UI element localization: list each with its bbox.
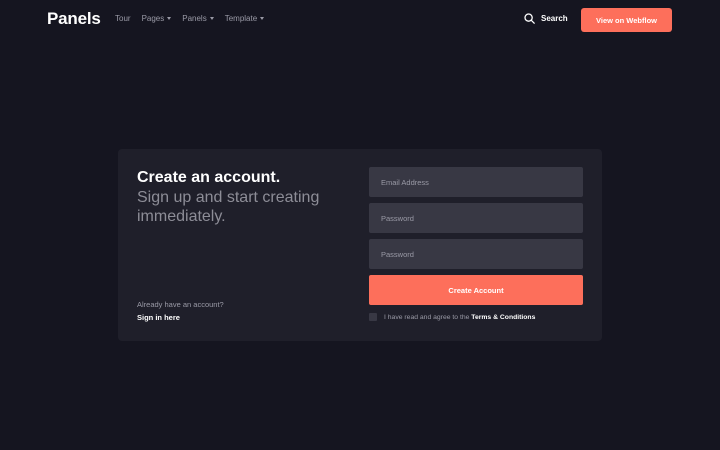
- nav-link-label: Tour: [115, 14, 131, 23]
- card-title: Create an account.: [137, 169, 281, 186]
- agree-label: I have read and agree to the: [384, 313, 470, 321]
- terms-checkbox[interactable]: [369, 313, 377, 321]
- create-account-button[interactable]: Create Account: [369, 275, 583, 305]
- email-field[interactable]: [369, 167, 583, 197]
- nav-link-tour[interactable]: Tour: [115, 14, 131, 23]
- top-navbar: Panels Tour Pages Panels Template Search…: [0, 0, 720, 40]
- search-label: Search: [541, 14, 568, 23]
- search-icon: [524, 13, 535, 24]
- card-heading: Create an account. Sign up and start cre…: [137, 168, 357, 227]
- view-on-webflow-button[interactable]: View on Webflow: [581, 8, 672, 32]
- password-field[interactable]: [369, 203, 583, 233]
- agree-text: I have read and agree to the Terms & Con…: [384, 314, 535, 321]
- confirm-password-field[interactable]: [369, 239, 583, 269]
- terms-agreement: I have read and agree to the Terms & Con…: [369, 313, 535, 321]
- nav-link-label: Pages: [141, 14, 165, 23]
- search-button[interactable]: Search: [524, 13, 568, 24]
- card-subtitle: Sign up and start creating immediately.: [137, 188, 320, 226]
- caret-down-icon: [209, 17, 214, 20]
- caret-down-icon: [167, 17, 172, 20]
- logo[interactable]: Panels: [47, 9, 101, 29]
- sign-in-link[interactable]: Sign in here: [137, 313, 180, 322]
- nav-link-label: Panels: [182, 14, 207, 23]
- signup-card: Create an account. Sign up and start cre…: [118, 149, 602, 341]
- nav-links: Tour Pages Panels Template: [115, 14, 265, 23]
- already-have-account-text: Already have an account?: [137, 300, 224, 309]
- nav-link-panels[interactable]: Panels: [182, 14, 214, 23]
- nav-link-pages[interactable]: Pages: [142, 14, 172, 23]
- nav-link-template[interactable]: Template: [224, 14, 265, 23]
- nav-link-label: Template: [224, 14, 258, 23]
- caret-down-icon: [260, 17, 265, 20]
- terms-link[interactable]: Terms & Conditions: [471, 314, 535, 321]
